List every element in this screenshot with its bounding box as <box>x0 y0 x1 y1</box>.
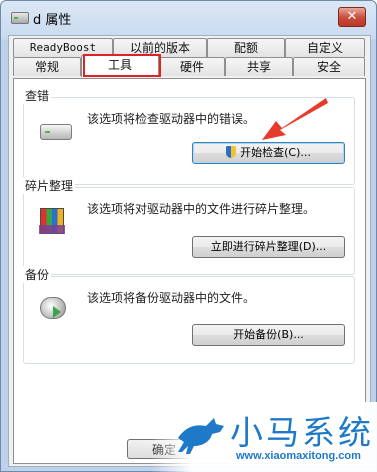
drive-check-icon <box>40 124 72 140</box>
tab-security[interactable]: 安全 <box>293 57 365 76</box>
uac-shield-icon <box>226 146 237 158</box>
tab-hardware[interactable]: 硬件 <box>159 57 225 76</box>
title-bar[interactable]: d 属性 ✕ <box>1 1 376 35</box>
error-check-description: 该选项将检查驱动器中的错误。 <box>87 112 256 126</box>
check-now-label: 开始检查(C)... <box>240 146 311 159</box>
close-button[interactable]: ✕ <box>338 7 366 27</box>
watermark-url: www.xiaomaxitong.com <box>236 450 361 462</box>
backup-group: 备份 该选项将备份驱动器中的文件。 开始备份(B)... <box>23 266 355 364</box>
backup-description: 该选项将备份驱动器中的文件。 <box>87 291 256 305</box>
watermark-brand: 小马系统 <box>230 413 374 452</box>
tab-general[interactable]: 常规 <box>13 57 81 76</box>
defrag-description: 该选项将对驱动器中的文件进行碎片整理。 <box>87 202 316 216</box>
backup-now-button[interactable]: 开始备份(B)... <box>192 324 345 346</box>
watermark: 小马系统 www.xiaomaxitong.com <box>150 402 377 472</box>
tab-customize[interactable]: 自定义 <box>285 38 365 57</box>
window-title: d 属性 <box>33 13 72 28</box>
error-check-label: 查错 <box>23 87 52 104</box>
defrag-group: 碎片整理 该选项将对驱动器中的文件进行碎片整理。 立即进行碎片整理(D)... <box>23 177 355 275</box>
error-check-group: 查错 该选项将检查驱动器中的错误。 开始检查(C)... <box>23 87 355 185</box>
defrag-label: 碎片整理 <box>23 177 76 194</box>
backup-label: 备份 <box>23 266 52 283</box>
tab-sharing[interactable]: 共享 <box>225 57 293 76</box>
tab-quota[interactable]: 配额 <box>207 38 285 57</box>
defrag-icon <box>39 208 65 234</box>
backup-icon <box>40 297 66 319</box>
tools-tab-highlight <box>83 54 161 77</box>
check-now-button[interactable]: 开始检查(C)... <box>192 142 345 164</box>
drive-icon <box>11 12 29 24</box>
defrag-now-button[interactable]: 立即进行碎片整理(D)... <box>192 236 345 258</box>
horse-logo-icon <box>178 418 224 454</box>
